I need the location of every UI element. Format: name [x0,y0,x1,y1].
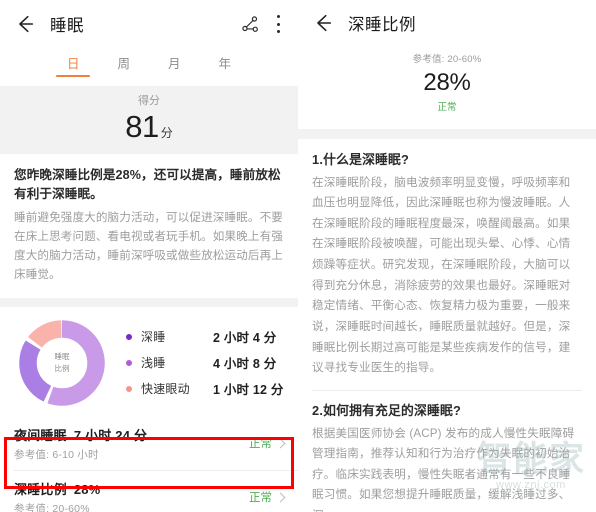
detail-page-title: 深睡比例 [348,16,416,34]
sleep-metric-list: 夜间睡眠 7 小时 24 分 参考值: 6-10 小时 正常 深睡比例 28% [0,416,298,512]
chevron-right-icon[interactable] [275,438,286,449]
legend-dot-deep-sleep [126,333,132,340]
article-divider [312,389,582,391]
legend-item-deep-sleep: 深睡 2 小时 4 分 [126,324,290,350]
metric-main: 深睡比例 28% 参考值: 20-60% [14,479,249,512]
tab-week[interactable]: 周 [115,55,132,78]
page-title: 睡眠 [50,17,84,35]
left-app-bar: 睡眠 [0,0,298,48]
legend-value-light-sleep: 4 小时 8 分 [213,357,277,372]
legend-value-deep-sleep: 2 小时 4 分 [213,331,277,346]
status-badge-night-sleep: 正常 [249,438,272,451]
deep-sleep-detail-panel: 深睡比例 参考值: 20-60% 28% 正常 1.什么是深睡眠? 在深睡眠阶段… [298,0,596,512]
legend-label-light-sleep: 浅睡 [141,356,166,371]
metric-right: 正常 [249,435,286,451]
metric-row-night-sleep[interactable]: 夜间睡眠 7 小时 24 分 参考值: 6-10 小时 正常 [0,417,298,470]
back-arrow-icon[interactable] [14,13,36,35]
metric-name-night-sleep: 夜间睡眠 [14,427,67,443]
legend-item-light-sleep: 浅睡 4 小时 8 分 [126,350,290,376]
sleep-ratio-legend: 深睡 2 小时 4 分 浅睡 4 小时 8 分 快速眼动 1 小时 12 分 [108,324,290,402]
right-app-bar: 深睡比例 [298,0,596,46]
metric-reference-night-sleep: 参考值: 6-10 小时 [14,448,99,461]
sleep-overview-panel: 睡眠 日 周 月 年 得分 81 分 您昨晚深睡比例是28%，还可以提高，睡前放… [0,0,298,512]
hero-metric-value: 28% [423,69,471,97]
article-heading-1: 1.什么是深睡眠? [312,151,410,167]
score-row: 81 分 [0,109,298,145]
legend-label-deep-sleep: 深睡 [141,330,166,345]
deep-sleep-hero: 参考值: 20-60% 28% 正常 [298,46,596,129]
metric-top: 深睡比例 28% [14,479,249,498]
section-divider-band [0,297,298,307]
back-arrow-icon[interactable] [312,12,334,34]
sleep-ratio-donut-chart: 睡眠 比例 [16,317,108,409]
app-bar-actions [241,15,284,34]
legend-dot-rem-sleep [126,385,132,392]
tab-month[interactable]: 月 [166,55,183,78]
status-badge-deep-sleep-ratio: 正常 [249,492,272,505]
more-vertical-icon[interactable] [276,15,280,33]
metric-value-deep-sleep-ratio: 28% [73,481,101,497]
metric-main: 夜间睡眠 7 小时 24 分 参考值: 6-10 小时 [14,425,249,462]
legend-dot-light-sleep [126,359,132,366]
advice-card: 您昨晚深睡比例是28%，还可以提高，睡前放松有利于深睡眠。 睡前避免强度大的脑力… [0,154,298,298]
article-heading-2: 2.如何拥有充足的深睡眠? [312,402,462,418]
metric-value-night-sleep: 7 小时 24 分 [73,427,148,443]
metric-reference-deep-sleep-ratio: 参考值: 20-60% [14,502,90,512]
app-screen: 睡眠 日 周 月 年 得分 81 分 您昨晚深睡比例是28%，还可以提高，睡前放… [0,0,596,512]
chevron-right-icon[interactable] [275,492,286,503]
tab-year[interactable]: 年 [217,55,234,78]
legend-value-rem-sleep: 1 小时 12 分 [213,383,284,398]
metric-row-deep-sleep-ratio[interactable]: 深睡比例 28% 参考值: 20-60% 正常 [0,471,298,512]
donut-svg [19,320,105,406]
article-body-1: 在深睡眠阶段，脑电波频率明显变慢，呼吸频率和血压也明显降低，因此深睡眠也称为慢波… [312,175,571,375]
advice-title: 您昨晚深睡比例是28%，还可以提高，睡前放松有利于深睡眠。 [14,168,281,202]
hero-status-badge: 正常 [437,101,457,113]
metric-name-deep-sleep-ratio: 深睡比例 [14,481,67,497]
legend-item-rem-sleep: 快速眼动 1 小时 12 分 [126,376,290,402]
score-unit: 分 [160,126,173,141]
sleep-ratio-chart-block: 睡眠 比例 深睡 2 小时 4 分 浅睡 4 小时 8 分 快速眼动 1 小时 … [0,306,298,417]
legend-label-rem-sleep: 快速眼动 [141,382,190,397]
advice-body: 睡前避免强度大的脑力活动，可以促进深睡眠。不要在床上思考问题、看电视或者玩手机。… [14,211,283,281]
metric-top: 夜间睡眠 7 小时 24 分 [14,425,249,444]
share-icon[interactable] [241,15,260,34]
hero-reference-value: 参考值: 20-60% [412,54,482,65]
section-divider-band [298,128,596,139]
article-section-1: 1.什么是深睡眠? 在深睡眠阶段，脑电波频率明显变慢，呼吸频率和血压也明显降低，… [298,138,596,512]
article-body-2: 根据美国医师协会 (ACP) 发布的成人慢性失眠障碍管理指南，推荐认知和行为治疗… [312,426,575,512]
metric-right: 正常 [249,489,286,505]
score-label: 得分 [138,95,160,107]
sleep-score-band: 得分 81 分 [0,86,298,155]
score-value: 81 [125,109,159,145]
tab-day[interactable]: 日 [56,55,90,78]
period-tab-bar: 日 周 月 年 [0,48,298,86]
